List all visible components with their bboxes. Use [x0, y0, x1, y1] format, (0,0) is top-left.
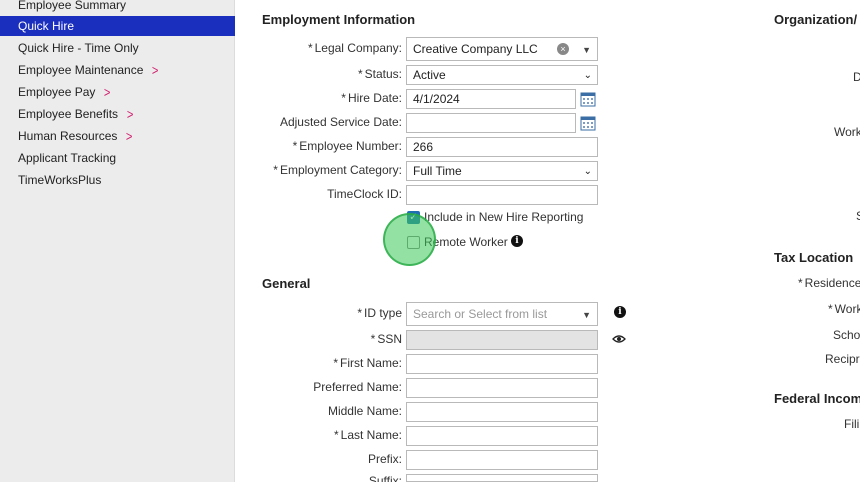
timeclock-id-label: TimeClock ID:: [327, 187, 402, 201]
prefix-input[interactable]: [406, 450, 598, 470]
first-name-input[interactable]: [406, 354, 598, 374]
chevron-right-icon: >: [126, 128, 133, 144]
work-location-label: * Work: [828, 302, 860, 316]
org-s-label: S: [856, 209, 860, 223]
employment-category-select[interactable]: Full Time ⌄: [406, 161, 598, 181]
click-indicator: [383, 213, 436, 266]
federal-income-section-title: Federal Incom: [774, 391, 860, 406]
chevron-right-icon: >: [126, 106, 134, 122]
preferred-name-label: Preferred Name:: [313, 380, 402, 394]
caret-down-icon: ▼: [582, 310, 591, 320]
residence-label: * Residence: [798, 276, 860, 290]
sidebar-item-applicant-tracking[interactable]: Applicant Tracking: [0, 148, 235, 168]
filing-label: Fili: [844, 417, 860, 431]
sidebar-item-human-resources[interactable]: Human Resources >: [0, 126, 235, 146]
calendar-icon[interactable]: [580, 91, 596, 107]
chevron-right-icon: >: [104, 84, 111, 100]
eye-icon[interactable]: [612, 334, 626, 344]
organization-section-title: Organization/: [774, 12, 858, 27]
clear-icon[interactable]: ×: [557, 43, 569, 55]
ssn-label: * SSN: [370, 332, 402, 346]
info-icon[interactable]: i: [511, 235, 523, 247]
legal-company-label: * Legal Company:: [307, 41, 402, 55]
prefix-label: Prefix:: [367, 452, 402, 466]
employee-number-input[interactable]: 266: [406, 137, 598, 157]
adjusted-service-date-input[interactable]: [406, 113, 576, 133]
chevron-down-icon: ⌄: [583, 166, 592, 177]
sidebar-item-employee-summary[interactable]: Employee Summary: [0, 0, 235, 15]
status-select[interactable]: Active ⌄: [406, 65, 598, 85]
reciprocity-label: Recipr: [825, 352, 860, 366]
middle-name-input[interactable]: [406, 402, 598, 422]
sidebar-item-employee-benefits[interactable]: Employee Benefits >: [0, 104, 235, 124]
suffix-label: Suffix:: [368, 474, 402, 482]
school-label: Scho: [833, 328, 860, 342]
sidebar-item-timeworksplus[interactable]: TimeWorksPlus: [0, 170, 235, 190]
status-label: * Status:: [357, 67, 402, 81]
legal-company-select[interactable]: Creative Company LLC × ▼: [406, 37, 598, 61]
new-hire-reporting-label: Include in New Hire Reporting: [424, 210, 584, 224]
id-type-label: * ID type: [357, 306, 402, 320]
ssn-input[interactable]: [406, 330, 598, 350]
sidebar-item-employee-maintenance[interactable]: Employee Maintenance >: [0, 60, 235, 80]
employment-section-title: Employment Information: [262, 12, 416, 27]
caret-down-icon: ▼: [582, 45, 591, 55]
sidebar-item-quick-hire[interactable]: Quick Hire: [0, 16, 235, 36]
calendar-icon[interactable]: [580, 115, 596, 131]
chevron-right-icon: >: [152, 62, 159, 78]
chevron-down-icon: ⌄: [583, 70, 592, 81]
remote-worker-label: Remote Worker: [424, 235, 508, 249]
tax-location-section-title: Tax Location: [774, 250, 854, 265]
timeclock-id-input[interactable]: [406, 185, 598, 205]
org-d-label: D: [853, 70, 860, 84]
employee-number-label: * Employee Number:: [292, 139, 402, 153]
last-name-input[interactable]: [406, 426, 598, 446]
sidebar-item-employee-pay[interactable]: Employee Pay >: [0, 82, 235, 102]
last-name-label: * Last Name:: [333, 428, 402, 442]
info-icon[interactable]: i: [614, 306, 626, 318]
sidebar-item-quick-hire-time-only[interactable]: Quick Hire - Time Only: [0, 38, 235, 58]
sidebar: Employee Summary Quick Hire Quick Hire -…: [0, 0, 235, 482]
preferred-name-input[interactable]: [406, 378, 598, 398]
id-type-select[interactable]: Search or Select from list ▼: [406, 302, 598, 326]
suffix-input[interactable]: [406, 474, 598, 482]
hire-date-label: * Hire Date:: [341, 91, 402, 105]
middle-name-label: Middle Name:: [327, 404, 402, 418]
hire-date-input[interactable]: 4/1/2024: [406, 89, 576, 109]
first-name-label: * First Name:: [333, 356, 402, 370]
general-section-title: General: [262, 276, 311, 291]
main-content: Employment Information * Legal Company: C…: [236, 0, 860, 482]
employment-category-label: * Employment Category:: [273, 163, 402, 177]
adjusted-service-date-label: Adjusted Service Date:: [279, 115, 402, 129]
org-work-label: Work: [834, 125, 860, 139]
